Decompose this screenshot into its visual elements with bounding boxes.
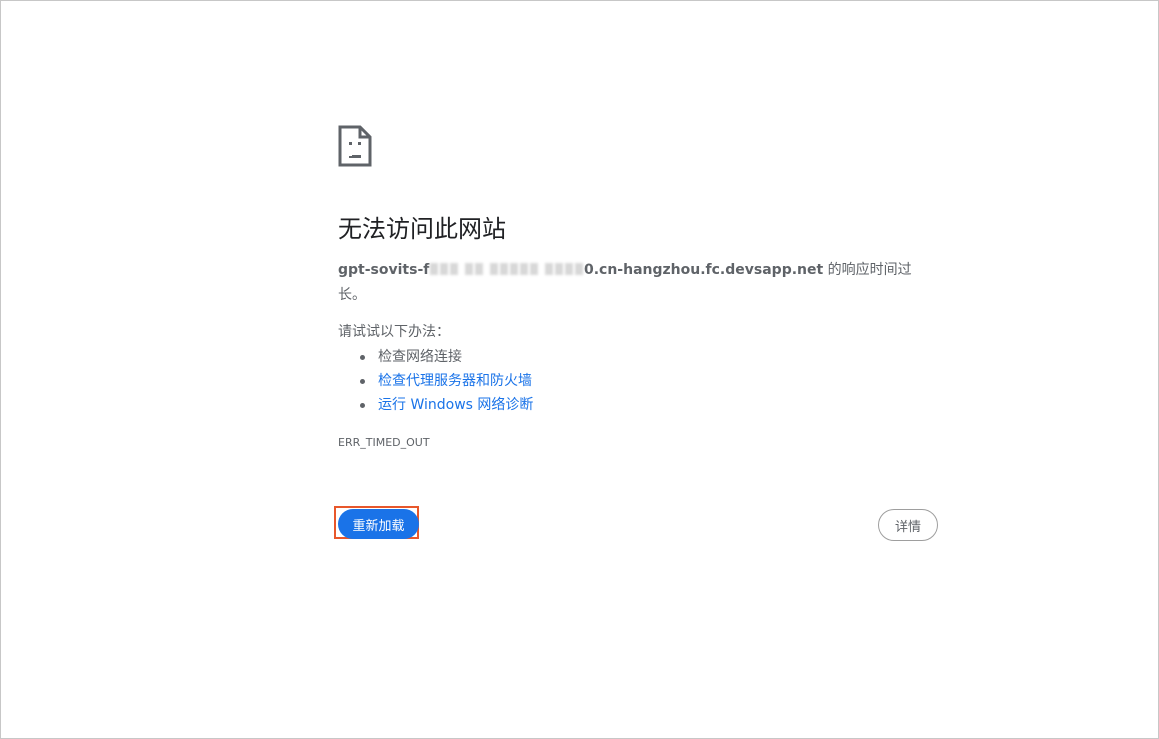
host-name: gpt-sovits-f 0.cn-hangzhou.fc.devsapp.ne… <box>338 262 824 278</box>
sad-page-icon <box>338 125 372 167</box>
error-message: gpt-sovits-f 0.cn-hangzhou.fc.devsapp.ne… <box>338 258 938 308</box>
network-diagnostics-link[interactable]: 运行 Windows 网络诊断 <box>378 397 533 413</box>
error-code: ERR_TIMED_OUT <box>338 436 430 449</box>
details-button[interactable]: 详情 <box>878 509 938 541</box>
bullet-icon <box>360 379 365 384</box>
suggestion-run-diagnostics: 运行 Windows 网络诊断 <box>338 393 533 417</box>
suggestion-check-connection: 检查网络连接 <box>338 345 533 369</box>
check-proxy-link[interactable]: 检查代理服务器和防火墙 <box>378 373 532 389</box>
suggestion-label: 检查网络连接 <box>378 349 462 365</box>
page-title: 无法访问此网站 <box>338 215 506 243</box>
browser-page <box>0 0 1159 739</box>
suggestions-list: 检查网络连接 检查代理服务器和防火墙 运行 Windows 网络诊断 <box>338 345 533 417</box>
suggestion-check-proxy: 检查代理服务器和防火墙 <box>338 369 533 393</box>
bullet-icon <box>360 403 365 408</box>
reload-button[interactable]: 重新加载 <box>338 509 419 539</box>
bullet-icon <box>360 355 365 360</box>
suggestions-heading: 请试试以下办法： <box>338 324 450 340</box>
